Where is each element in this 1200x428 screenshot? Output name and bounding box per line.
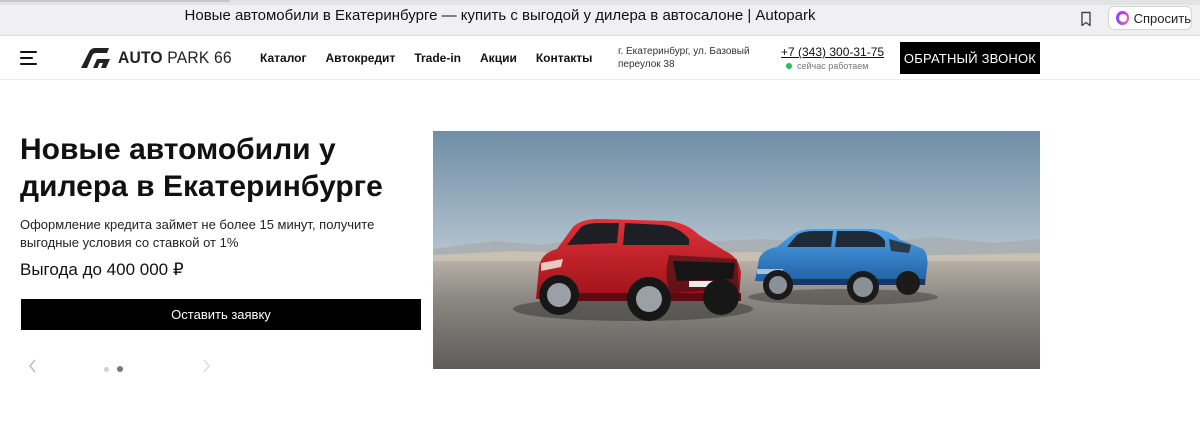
site-header: AUTO PARK 66 Каталог Автокредит Trade-in…	[0, 36, 1200, 80]
hero-benefit: Выгода до 400 000 ₽	[20, 260, 184, 279]
site-logo[interactable]: AUTO PARK 66	[78, 46, 242, 70]
hero-title: Новые автомобили у дилера в Екатеринбург…	[20, 133, 383, 203]
dealer-address: г. Екатеринбург, ул. Базовый переулок 38	[618, 46, 750, 70]
slider-dot-active[interactable]	[117, 366, 123, 372]
slider-dots	[104, 366, 123, 372]
chevron-right-icon[interactable]	[199, 358, 213, 374]
nav-promotions[interactable]: Акции	[480, 51, 517, 65]
nav-catalog[interactable]: Каталог	[260, 51, 307, 65]
status-text: сейчас работаем	[797, 61, 869, 71]
ask-button-label: Спросить	[1133, 10, 1191, 26]
status-dot-icon	[786, 63, 792, 69]
chevron-left-icon[interactable]	[26, 358, 40, 374]
submit-request-button[interactable]: Оставить заявку	[21, 299, 421, 330]
hero-subtitle: Оформление кредита займет не более 15 ми…	[20, 217, 375, 250]
main-nav: Каталог Автокредит Trade-in Акции Контак…	[260, 51, 592, 65]
browser-toolbar: Новые автомобили в Екатеринбурге — купит…	[0, 0, 1200, 36]
slider-dot[interactable]	[104, 366, 109, 372]
browser-tab-strip	[0, 0, 1200, 5]
callback-button[interactable]: ОБРАТНЫЙ ЗВОНОК	[900, 42, 1040, 74]
ai-sparkle-icon	[1116, 11, 1129, 25]
logo-mark-icon	[81, 48, 110, 68]
ask-button[interactable]: Спросить	[1108, 6, 1192, 30]
bookmark-icon[interactable]	[1076, 9, 1096, 29]
logo-text: AUTO PARK 66	[118, 48, 232, 67]
working-status: сейчас работаем	[786, 61, 868, 71]
nav-trade-in[interactable]: Trade-in	[414, 51, 461, 65]
hero-image	[433, 131, 1040, 369]
browser-page-title: Новые автомобили в Екатеринбурге — купит…	[184, 7, 816, 24]
phone-link[interactable]: +7 (343) 300-31-75	[781, 45, 884, 59]
nav-autocredit[interactable]: Автокредит	[326, 51, 396, 65]
hamburger-icon[interactable]	[20, 49, 40, 67]
nav-contacts[interactable]: Контакты	[536, 51, 593, 65]
